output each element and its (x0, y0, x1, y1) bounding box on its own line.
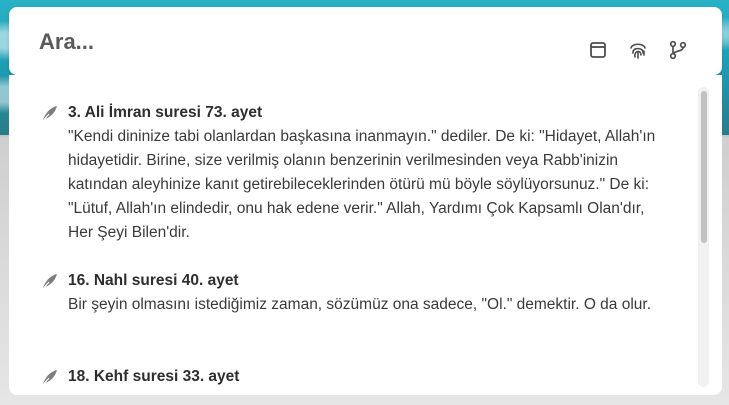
fingerprint-icon[interactable] (627, 39, 649, 61)
results-list: 3. Ali İmran suresi 73. ayet "Kendi dini… (9, 75, 698, 395)
window-icon[interactable] (587, 39, 609, 61)
branch-icon[interactable] (667, 39, 689, 61)
feather-icon (39, 272, 59, 292)
scrollbar[interactable] (698, 87, 709, 387)
search-header (9, 7, 722, 75)
search-input[interactable] (39, 27, 439, 57)
item-text: Bir şeyin olmasını istediğimiz zaman, sö… (68, 296, 652, 313)
feather-icon (39, 104, 59, 124)
results-panel: 3. Ali İmran suresi 73. ayet "Kendi dini… (9, 75, 722, 395)
list-item[interactable]: 16. Nahl suresi 40. ayet Bir şeyin olmas… (9, 269, 668, 317)
item-title: 3. Ali İmran suresi 73. ayet (68, 104, 263, 121)
scrollbar-thumb[interactable] (701, 91, 707, 243)
item-title: 16. Nahl suresi 40. ayet (68, 272, 239, 289)
list-item[interactable]: 3. Ali İmran suresi 73. ayet "Kendi dini… (9, 101, 668, 245)
item-text: "Kendi dininize tabi olanlardan başkasın… (68, 128, 656, 241)
item-title: 18. Kehf suresi 33. ayet (68, 368, 240, 385)
list-item[interactable]: 18. Kehf suresi 33. ayet (9, 365, 668, 389)
feather-icon (39, 368, 59, 388)
